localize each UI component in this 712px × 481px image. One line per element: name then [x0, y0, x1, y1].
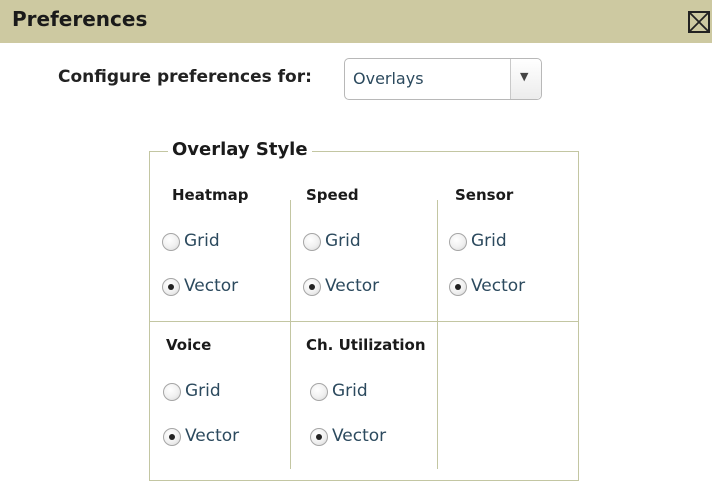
radio-button[interactable] — [449, 278, 467, 296]
option-label: Grid — [185, 381, 221, 401]
grid-divider — [437, 200, 438, 469]
heatmap-label: Heatmap — [172, 186, 249, 204]
option-label: Grid — [325, 231, 361, 251]
option-label: Grid — [471, 231, 507, 251]
grid-divider — [149, 321, 579, 322]
radio-button[interactable] — [303, 233, 321, 251]
option-label: Vector — [184, 276, 239, 296]
overlay-style-legend: Overlay Style — [168, 139, 312, 160]
radio-button[interactable] — [303, 278, 321, 296]
configure-label: Configure preferences for: — [58, 67, 312, 87]
select-arrow-button[interactable]: ▼ — [510, 59, 541, 99]
radio-button[interactable] — [310, 428, 328, 446]
option-label: Vector — [471, 276, 526, 296]
option-label: Vector — [325, 276, 380, 296]
sensor-label: Sensor — [455, 186, 514, 204]
close-icon[interactable] — [688, 11, 710, 33]
ch-utilization-label: Ch. Utilization — [306, 336, 426, 354]
window-title: Preferences — [12, 7, 148, 31]
title-bar: Preferences — [0, 0, 712, 43]
option-label: Grid — [332, 381, 368, 401]
radio-button[interactable] — [162, 278, 180, 296]
radio-button[interactable] — [449, 233, 467, 251]
radio-button[interactable] — [163, 428, 181, 446]
option-label: Vector — [332, 426, 387, 446]
radio-button[interactable] — [162, 233, 180, 251]
grid-divider — [290, 200, 291, 469]
preferences-category-select[interactable]: Overlays ▼ — [344, 58, 542, 100]
option-label: Vector — [185, 426, 240, 446]
chevron-down-icon: ▼ — [520, 70, 529, 83]
radio-button[interactable] — [163, 383, 181, 401]
voice-label: Voice — [166, 336, 212, 354]
select-value: Overlays — [353, 69, 424, 88]
option-label: Grid — [184, 231, 220, 251]
speed-label: Speed — [306, 186, 359, 204]
radio-button[interactable] — [310, 383, 328, 401]
